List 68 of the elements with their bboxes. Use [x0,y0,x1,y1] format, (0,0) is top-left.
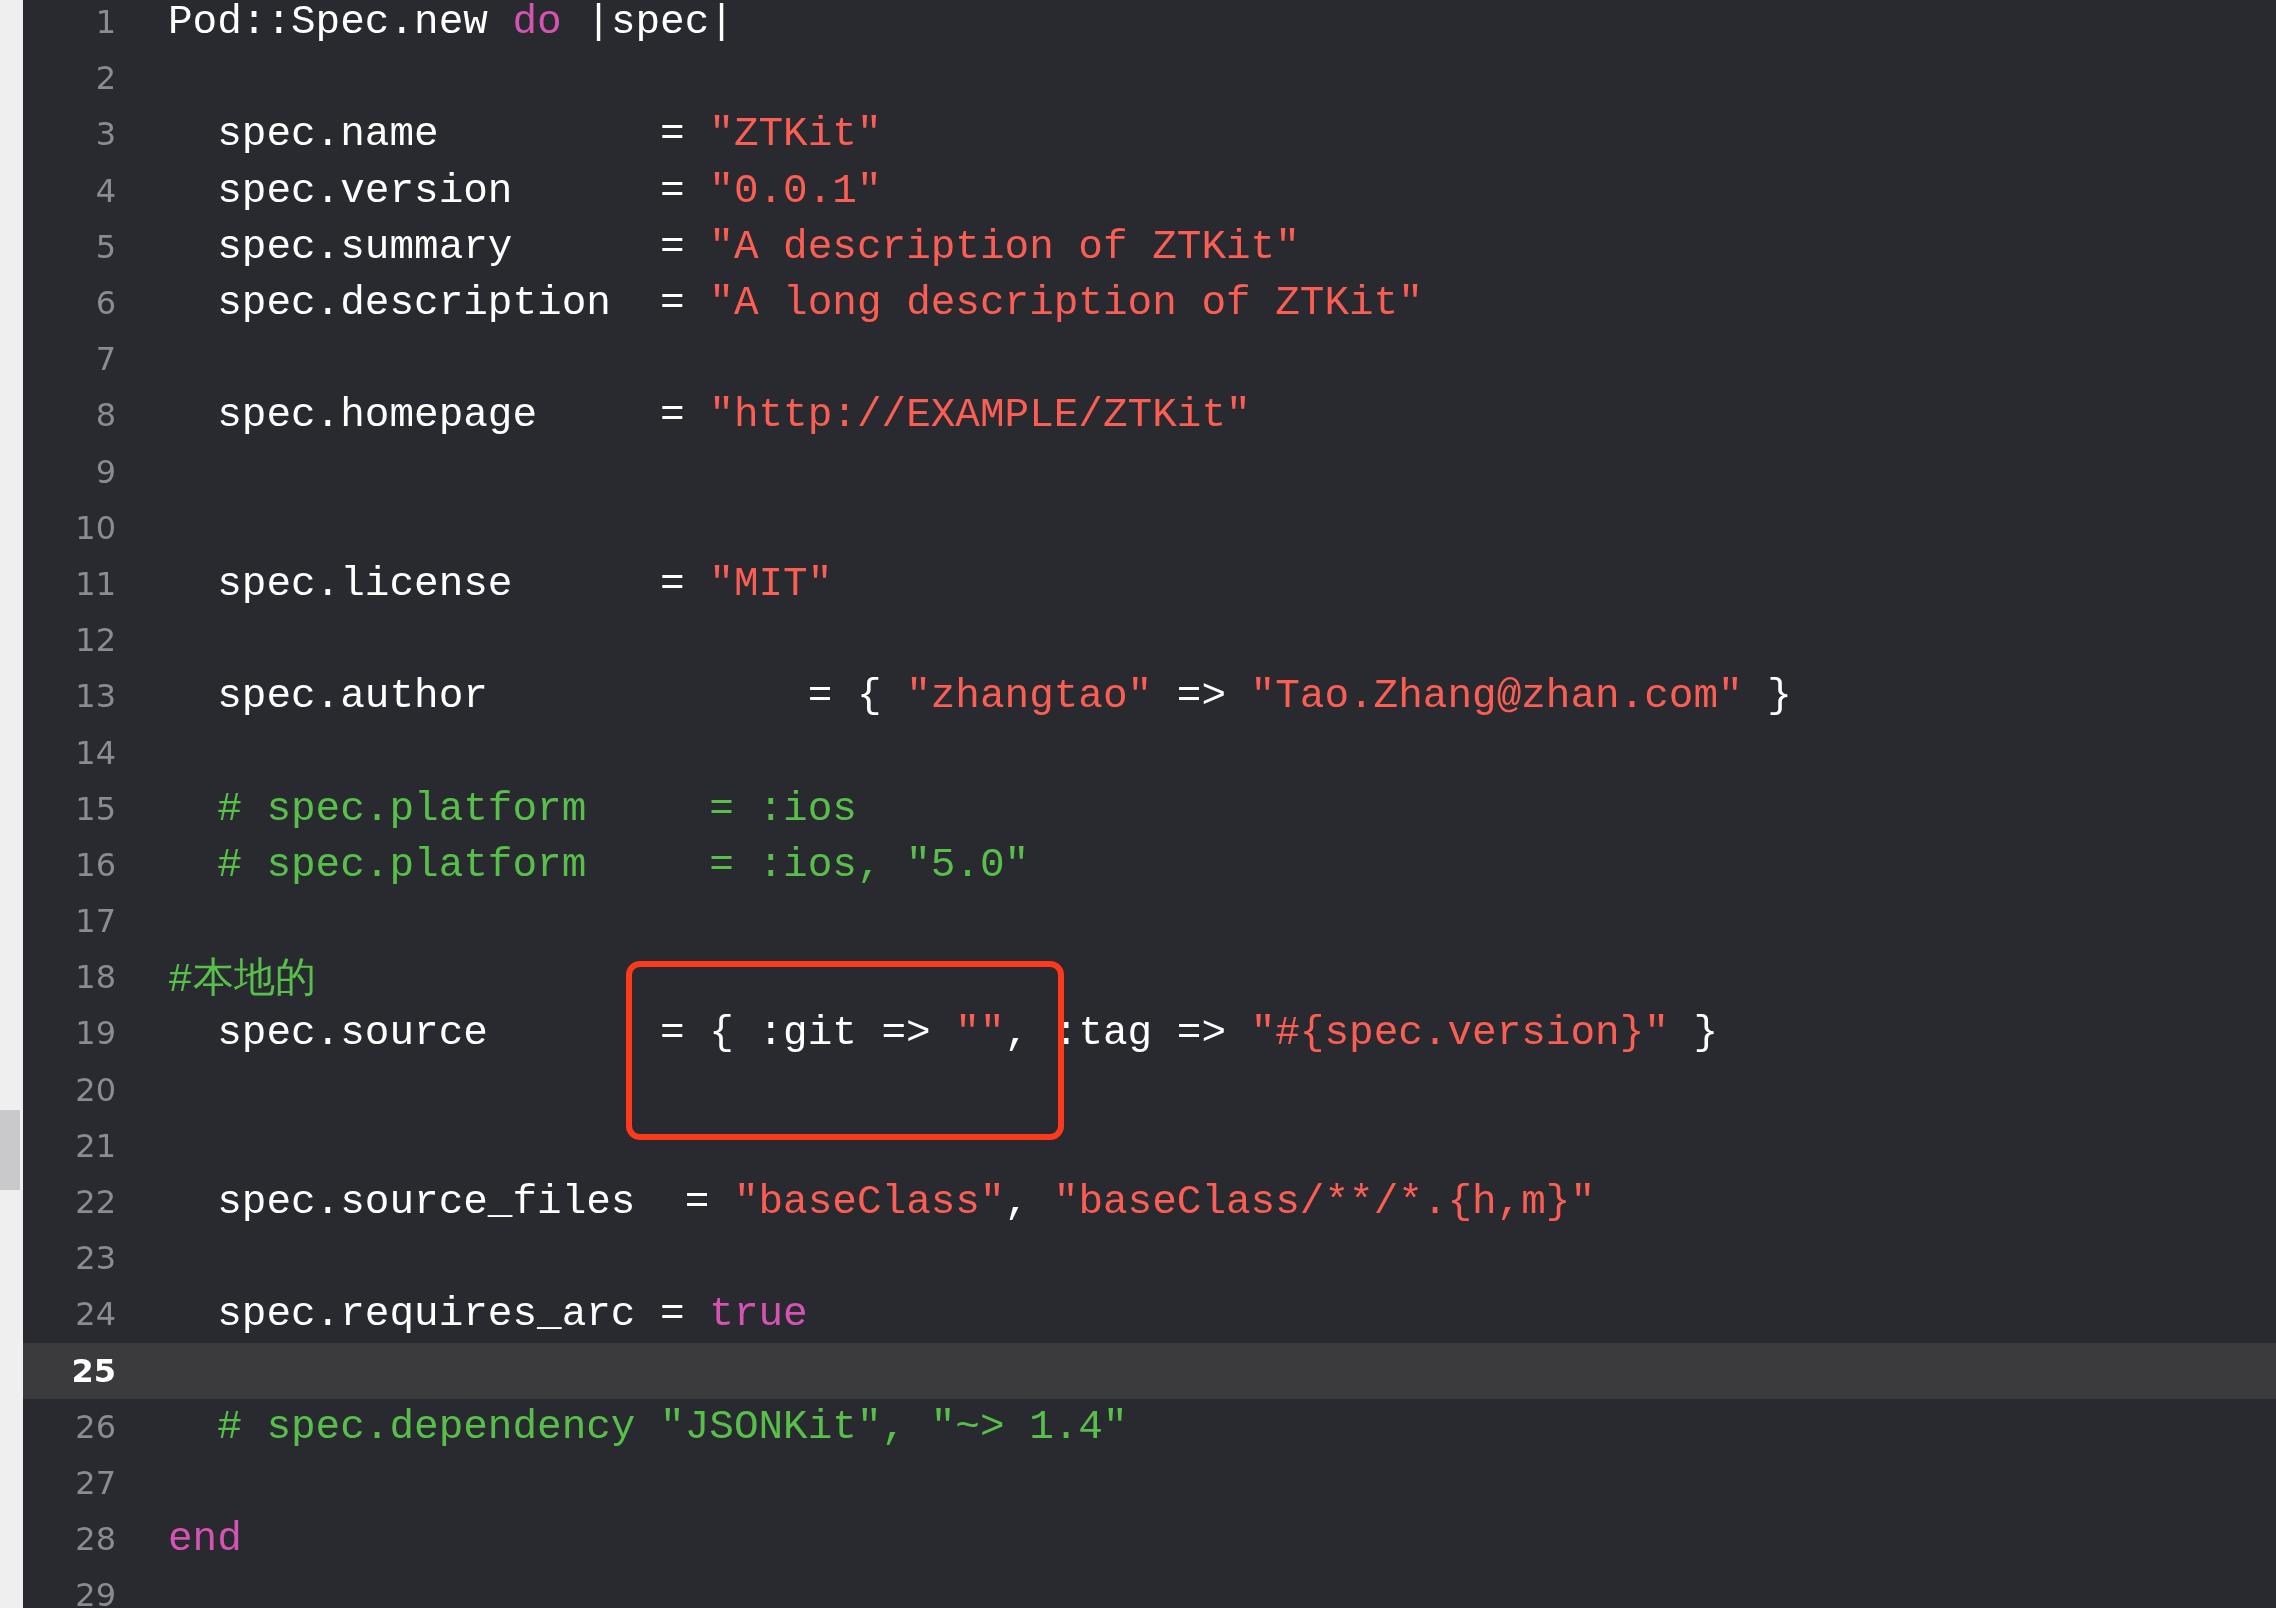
code-text: = { :git => [659,1010,932,1057]
line-number: 29 [74,1576,116,1608]
line-number: 1 [94,3,116,42]
code-text: , [1004,1010,1031,1057]
line-number: 19 [74,1014,116,1053]
code-text: spec.version = [216,167,686,214]
code-text: } [1766,673,1792,720]
keyword: true [709,1291,808,1338]
string-literal: "baseClass" [733,1179,1005,1226]
string-literal: "A long description of ZTKit" [709,280,1423,327]
line-number: 11 [74,564,116,603]
keyword: end [168,1516,242,1563]
string-literal: "0.0.1" [709,167,882,214]
code-text: spec.source [216,1010,489,1057]
code-text: :tag => [1053,1010,1227,1057]
line-number: 15 [74,789,116,828]
code-text: spec.description = [216,280,686,327]
line-number: 22 [74,1183,116,1222]
code-text: spec.license = [216,560,686,607]
comment: #本地的 [168,955,316,1005]
line-number: 26 [74,1407,116,1446]
code-text: spec.author = { [216,673,883,720]
string-literal: "#{spec.version}" [1250,1010,1669,1057]
string-literal: "ZTKit" [709,111,882,158]
comment: # spec.platform = :ios [216,785,857,832]
comment: # spec.dependency "JSONKit", "~> 1.4" [216,1403,1128,1450]
code-text: spec.summary = [216,223,686,270]
line-number: 4 [94,171,116,210]
line-number: 13 [74,677,116,716]
line-number: 24 [74,1295,116,1334]
string-literal: "baseClass/**/*.{h,m}" [1053,1179,1596,1226]
code-text: => [1175,673,1227,720]
scroll-thumb[interactable] [0,1110,20,1190]
line-number: 21 [74,1126,116,1165]
line-number: 3 [94,115,116,154]
line-number: 8 [94,396,116,435]
code-text: spec.homepage = [216,392,686,439]
string-literal: "" [955,1010,1005,1057]
string-literal: "A description of ZTKit" [709,223,1300,270]
code-text: spec.requires_arc = [216,1291,686,1338]
line-number: 27 [74,1463,116,1502]
string-literal: "http://EXAMPLE/ZTKit" [709,392,1251,439]
code-text: } [1692,1010,1719,1057]
line-number: 6 [94,284,116,323]
string-literal: "MIT" [709,560,833,607]
line-number: 9 [94,452,116,491]
code-text: spec.source_files = [216,1179,711,1226]
keyword: do [512,0,562,46]
line-number: 12 [74,621,116,660]
line-number: 16 [74,845,116,884]
code-text: Pod::Spec.new [168,0,489,46]
code-text: spec.name = [216,111,686,158]
code-text: , [1004,1179,1031,1226]
line-number: 10 [74,508,116,547]
line-number: 20 [74,1070,116,1109]
line-number: 14 [74,733,116,772]
line-number: 7 [94,340,116,379]
line-number: 18 [74,958,116,997]
line-number: 2 [94,59,116,98]
line-number: 25 [70,1351,116,1390]
code-text: |spec| [585,0,734,46]
line-number: 5 [94,227,116,266]
line-number: 28 [74,1520,116,1559]
line-number: 23 [74,1239,116,1278]
string-literal: "Tao.Zhang@zhan.com" [1250,673,1743,720]
comment: # spec.platform = :ios, "5.0" [216,841,1030,888]
line-number: 17 [74,902,116,941]
string-literal: "zhangtao" [906,673,1153,720]
